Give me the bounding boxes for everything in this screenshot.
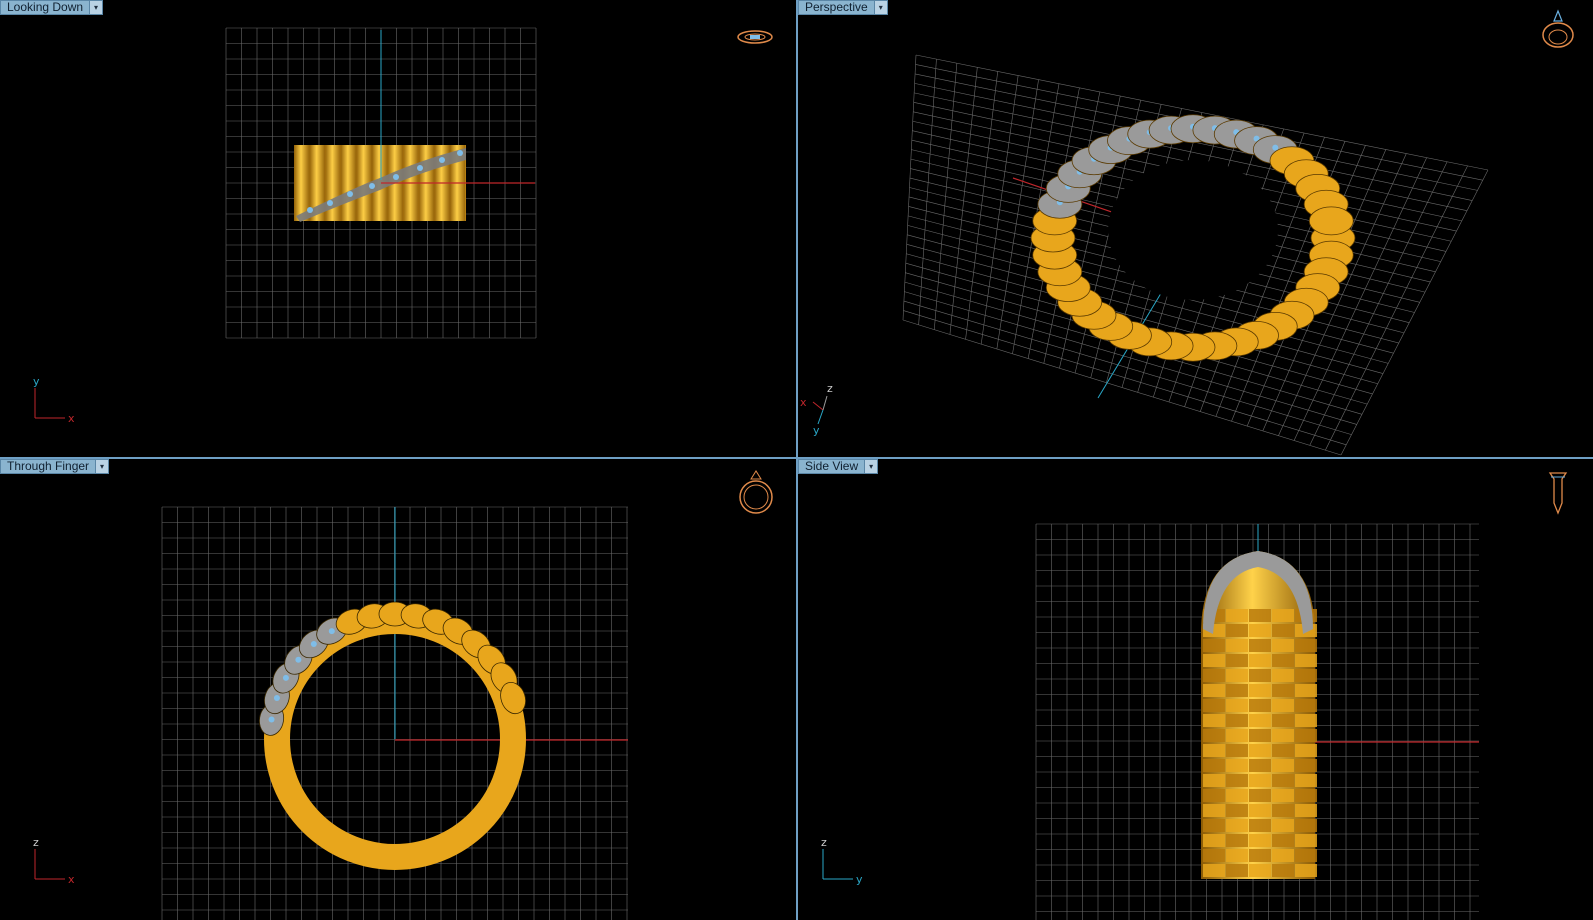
viewport-looking-down[interactable]: Looking Down ▾ x y bbox=[0, 0, 796, 457]
axis-label-y: y bbox=[813, 424, 820, 437]
axis-label-z: z bbox=[33, 836, 39, 849]
axis-label-y: y bbox=[33, 375, 40, 388]
viewport-canvas[interactable]: x y z bbox=[798, 0, 1593, 457]
viewport-menu-side-view[interactable]: Side View ▾ bbox=[798, 459, 879, 474]
chevron-down-icon[interactable]: ▾ bbox=[95, 460, 109, 473]
axis-triad: x z bbox=[33, 836, 75, 886]
ring-front-view-icon[interactable] bbox=[739, 470, 773, 514]
ring-model[interactable] bbox=[1030, 114, 1356, 362]
viewport-title: Looking Down bbox=[7, 0, 84, 14]
viewport-title: Perspective bbox=[805, 0, 868, 14]
viewport-menu-through-finger[interactable]: Through Finger ▾ bbox=[0, 459, 110, 474]
ring-model[interactable] bbox=[257, 601, 529, 870]
viewport-side-view[interactable]: Side View ▾ y z bbox=[798, 459, 1593, 920]
chevron-down-icon[interactable]: ▾ bbox=[864, 460, 878, 473]
viewport-canvas[interactable]: y z bbox=[798, 459, 1593, 920]
axis-label-y: y bbox=[856, 873, 863, 886]
axis-label-x: x bbox=[68, 412, 75, 425]
ring-top-view-icon[interactable] bbox=[737, 30, 773, 44]
ring-model[interactable] bbox=[1201, 551, 1317, 879]
axis-triad: y z bbox=[821, 836, 863, 886]
viewport-title: Through Finger bbox=[7, 459, 90, 473]
viewport-through-finger[interactable]: Through Finger ▾ x z bbox=[0, 459, 796, 920]
viewport-canvas[interactable]: x z bbox=[0, 459, 796, 920]
viewport-menu-perspective[interactable]: Perspective ▾ bbox=[798, 0, 888, 15]
chevron-down-icon[interactable]: ▾ bbox=[873, 1, 887, 14]
axis-label-z: z bbox=[821, 836, 827, 849]
axis-label-x: x bbox=[68, 873, 75, 886]
axis-triad: x y z bbox=[800, 382, 833, 437]
chevron-down-icon[interactable]: ▾ bbox=[89, 1, 103, 14]
axis-label-x: x bbox=[800, 396, 807, 409]
ring-side-view-icon[interactable] bbox=[1548, 472, 1568, 515]
viewport-title: Side View bbox=[805, 459, 859, 473]
ring-perspective-icon[interactable] bbox=[1542, 9, 1574, 48]
viewport-divider-horizontal[interactable] bbox=[0, 457, 1593, 459]
viewport-perspective[interactable]: Perspective ▾ x y z bbox=[798, 0, 1593, 457]
viewport-canvas[interactable]: x y bbox=[0, 0, 796, 457]
axis-triad: x y bbox=[33, 375, 75, 425]
viewport-menu-looking-down[interactable]: Looking Down ▾ bbox=[0, 0, 104, 15]
axis-label-z: z bbox=[827, 382, 833, 395]
